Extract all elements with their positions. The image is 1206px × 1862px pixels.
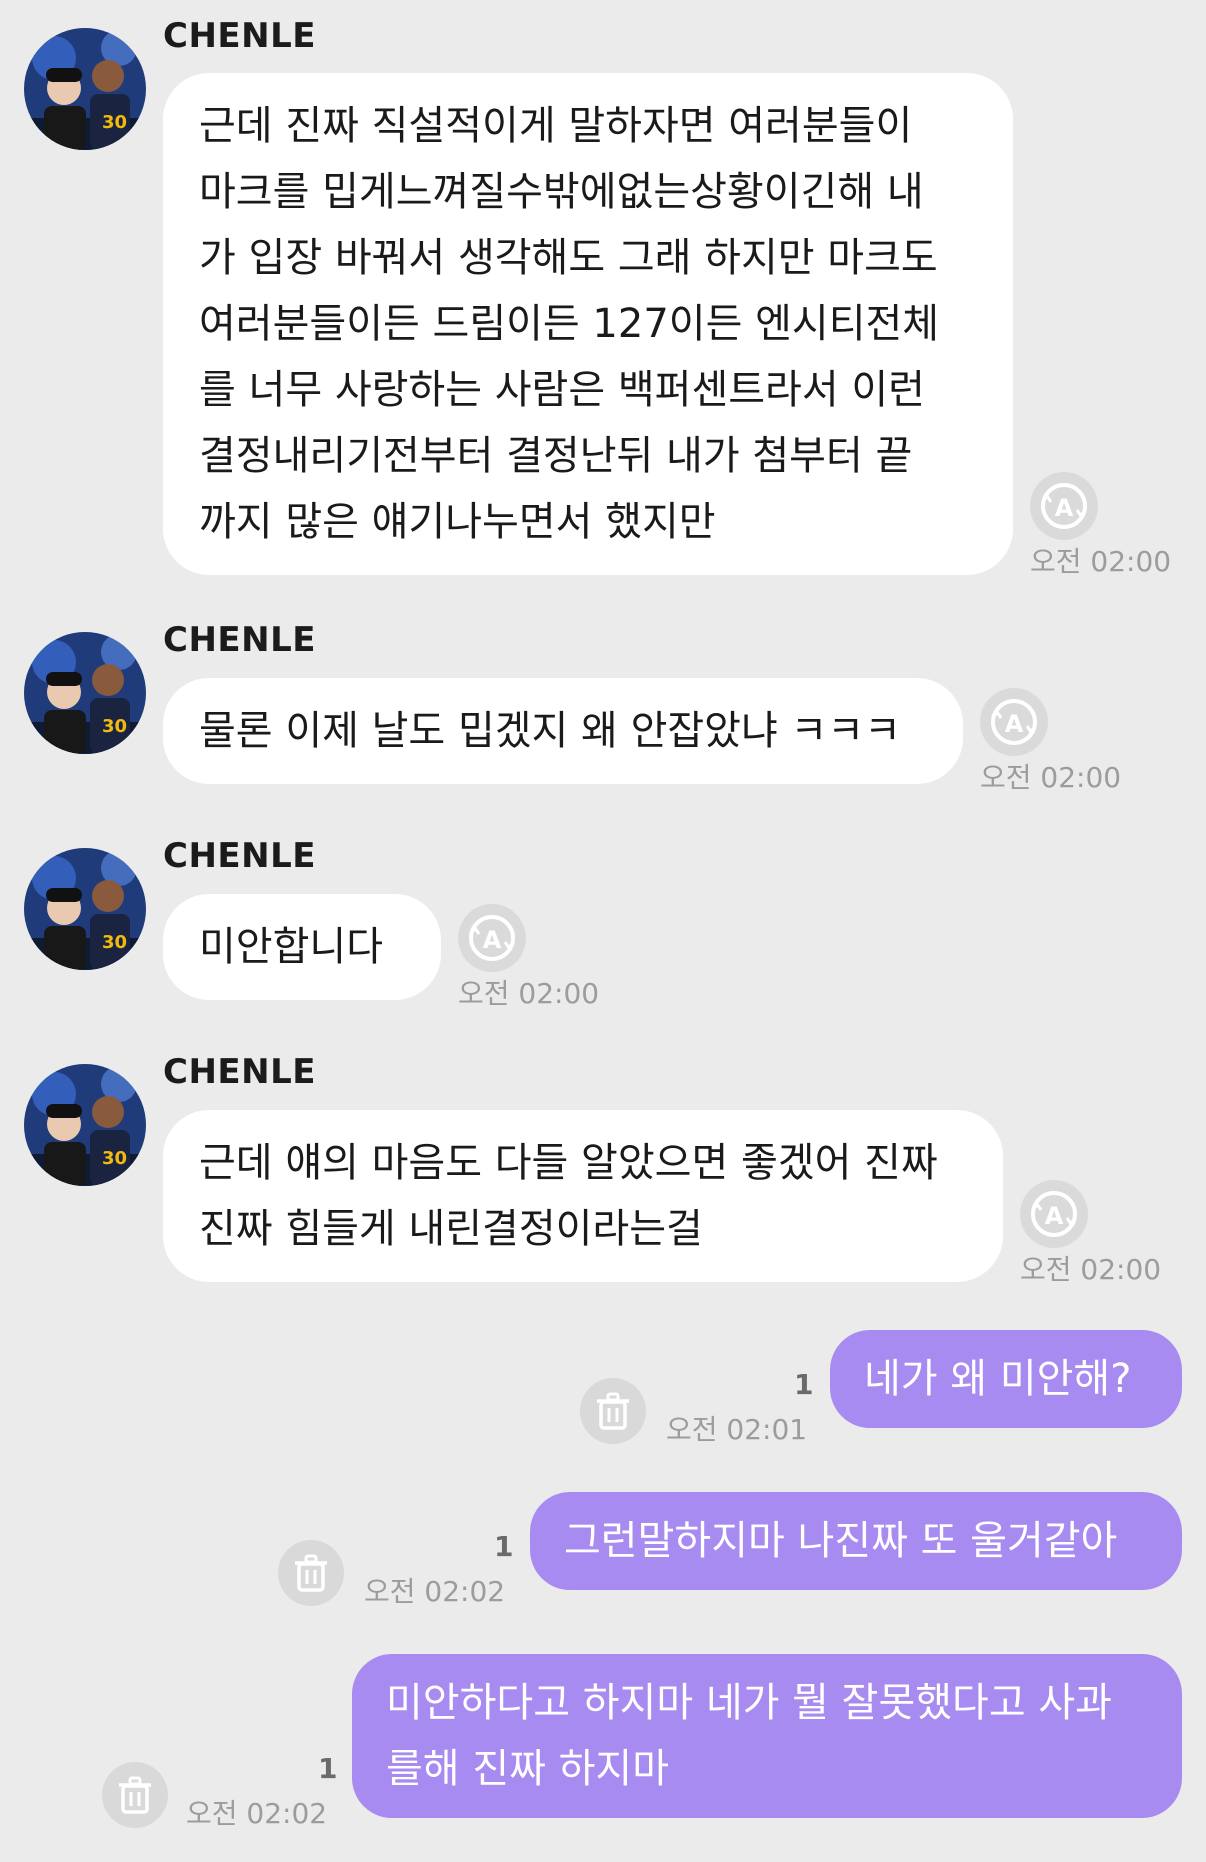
- sender-name: CHENLE: [163, 16, 316, 56]
- svg-text:A: A: [1055, 494, 1074, 522]
- message-line: 네가 왜 미안해?: [864, 1356, 1132, 1402]
- sender-name: CHENLE: [163, 620, 316, 660]
- svg-text:A: A: [1045, 1202, 1064, 1230]
- message-bubble[interactable]: 근데 진짜 직설적이게 말하자면 여러분들이 마크를 밉게느껴질수밖에없는상황이…: [163, 73, 1013, 575]
- avatar[interactable]: 30: [24, 632, 146, 754]
- svg-text:30: 30: [102, 716, 127, 737]
- trash-icon[interactable]: [580, 1378, 646, 1444]
- message-line: 물론 이제 날도 밉겠지 왜 안잡았냐 ㅋㅋㅋ: [199, 708, 901, 754]
- svg-text:30: 30: [102, 932, 127, 953]
- unread-count: 1: [794, 1368, 814, 1401]
- translate-icon[interactable]: A: [1020, 1180, 1088, 1248]
- timestamp: 오전 02:00: [1020, 1253, 1162, 1286]
- message-line: 까지 많은 얘기나누면서 했지만: [199, 499, 716, 545]
- message-line: 마크를 밉게느껴질수밖에없는상황이긴해 내: [199, 169, 924, 215]
- unread-count: 1: [494, 1530, 514, 1563]
- sender-name: CHENLE: [163, 836, 316, 876]
- message-line: 여러분들이든 드림이든 127이든 엔시티전체: [199, 301, 940, 347]
- message-line: 미안합니다: [199, 924, 383, 970]
- message-bubble[interactable]: 그런말하지마 나진짜 또 울거같아: [530, 1492, 1182, 1590]
- message-bubble[interactable]: 미안합니다: [163, 894, 441, 1000]
- timestamp: 오전 02:01: [666, 1413, 808, 1446]
- message-line: 결정내리기전부터 결정난뒤 내가 첨부터 끝: [199, 433, 913, 479]
- message-line: 근데 얘의 마음도 다들 알았으면 좋겠어 진짜: [199, 1140, 938, 1186]
- timestamp: 오전 02:00: [1030, 545, 1172, 578]
- message-line: 그런말하지마 나진짜 또 울거같아: [564, 1518, 1118, 1564]
- avatar[interactable]: 30: [24, 28, 146, 150]
- avatar[interactable]: 30: [24, 1064, 146, 1186]
- timestamp: 오전 02:00: [458, 977, 600, 1010]
- message-bubble[interactable]: 네가 왜 미안해?: [830, 1330, 1182, 1428]
- message-line: 가 입장 바꿔서 생각해도 그래 하지만 마크도: [199, 235, 938, 281]
- message-bubble[interactable]: 미안하다고 하지마 네가 뭘 잘못했다고 사과 를해 진짜 하지마: [352, 1654, 1182, 1818]
- timestamp: 오전 02:00: [980, 761, 1122, 794]
- unread-count: 1: [318, 1752, 338, 1785]
- chat-thread: 30 CHENLE 근데 진짜 직설적이게 말하자면 여러분들이 마크를 밉게느…: [0, 0, 1206, 1862]
- svg-text:A: A: [483, 926, 502, 954]
- message-bubble[interactable]: 물론 이제 날도 밉겠지 왜 안잡았냐 ㅋㅋㅋ: [163, 678, 963, 784]
- translate-icon[interactable]: A: [980, 688, 1048, 756]
- message-line: 근데 진짜 직설적이게 말하자면 여러분들이: [199, 103, 913, 149]
- sender-name: CHENLE: [163, 1052, 316, 1092]
- svg-text:30: 30: [102, 112, 127, 133]
- timestamp: 오전 02:02: [364, 1575, 506, 1608]
- avatar[interactable]: 30: [24, 848, 146, 970]
- timestamp: 오전 02:02: [186, 1797, 328, 1830]
- trash-icon[interactable]: [102, 1762, 168, 1828]
- message-line: 를 너무 사랑하는 사람은 백퍼센트라서 이런: [199, 367, 925, 413]
- svg-text:A: A: [1005, 710, 1024, 738]
- message-bubble[interactable]: 근데 얘의 마음도 다들 알았으면 좋겠어 진짜 진짜 힘들게 내린결정이라는걸: [163, 1110, 1003, 1282]
- message-line: 진짜 힘들게 내린결정이라는걸: [199, 1206, 703, 1252]
- translate-icon[interactable]: A: [458, 904, 526, 972]
- message-line: 미안하다고 하지마 네가 뭘 잘못했다고 사과: [386, 1680, 1112, 1726]
- translate-icon[interactable]: A: [1030, 472, 1098, 540]
- svg-text:30: 30: [102, 1148, 127, 1169]
- message-line: 를해 진짜 하지마: [386, 1746, 670, 1792]
- trash-icon[interactable]: [278, 1540, 344, 1606]
